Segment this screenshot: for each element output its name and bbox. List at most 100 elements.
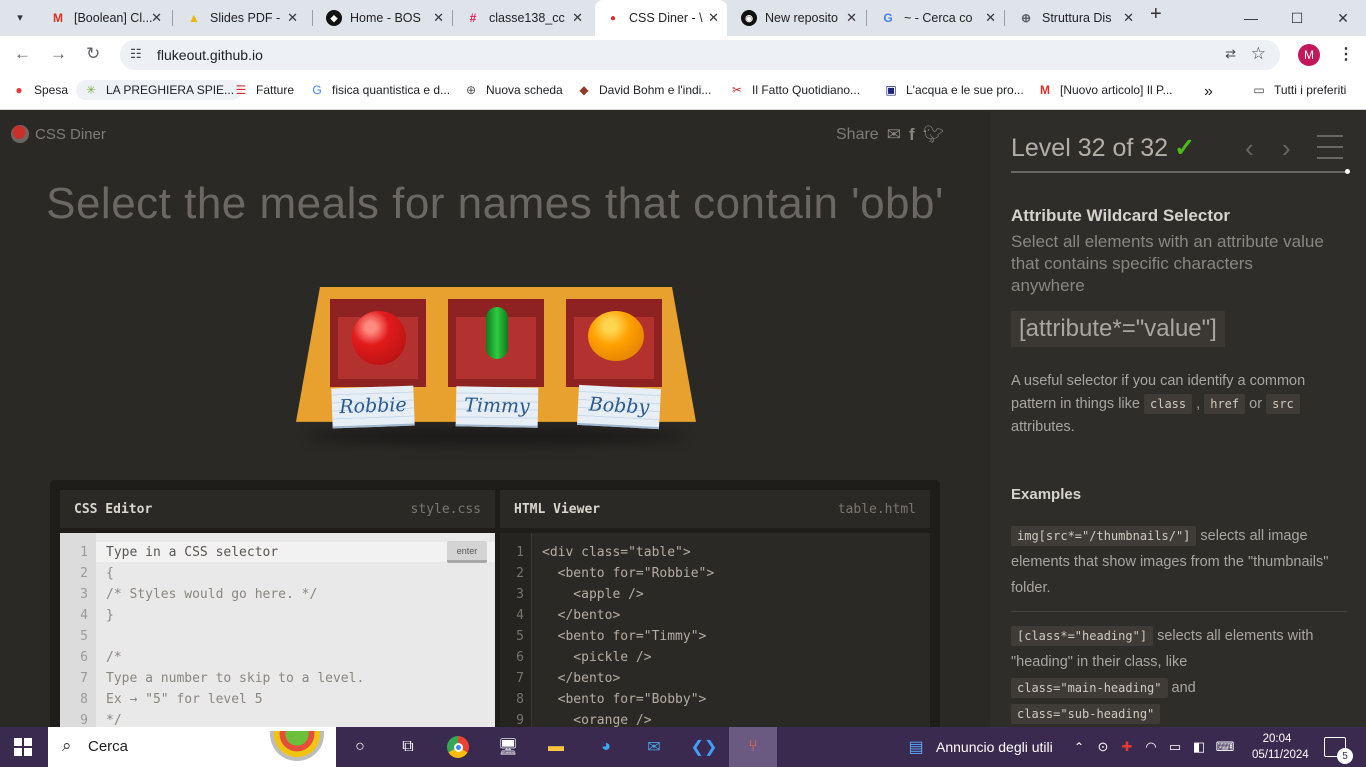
minimize-button[interactable]: — [1228, 0, 1274, 36]
remote-desktop-icon[interactable]: 🖥︎ [496, 735, 520, 759]
bookmark-fatto-quotidiano[interactable]: ✂ Il Fatto Quotidiano... [730, 83, 860, 97]
slack-icon: # [469, 11, 477, 25]
orange[interactable] [588, 311, 644, 361]
mail-icon[interactable]: ✉ [642, 735, 666, 759]
bookmark-fatture[interactable]: ☰ Fatture [234, 83, 294, 97]
enter-button[interactable]: enter [447, 541, 487, 563]
new-tab-button[interactable]: + [1150, 3, 1162, 26]
css-diner-icon: ● [609, 12, 617, 24]
keyboard-icon[interactable]: ⌨ [1213, 735, 1237, 759]
git-app-icon[interactable]: ⑂ [741, 735, 765, 759]
tab-search-button[interactable]: ▾ [6, 4, 34, 30]
html-code-line[interactable]: </bento> [542, 671, 621, 686]
close-icon[interactable]: ✕ [433, 10, 444, 26]
selector-hint: A useful selector if you can identify a … [1011, 373, 1306, 435]
html-code-line[interactable]: <orange /> [542, 713, 651, 727]
task-view-icon[interactable]: ⧉ [396, 735, 420, 759]
clock[interactable]: 20:04 05/11/2024 [1252, 731, 1309, 763]
pickle[interactable] [486, 307, 508, 359]
tab-slack[interactable]: # classe138_cc ✕ [455, 0, 591, 36]
cortana-icon[interactable]: ○ [348, 735, 372, 759]
facebook-icon[interactable]: f [909, 125, 915, 145]
windows-start-icon[interactable] [14, 738, 32, 756]
translate-icon[interactable]: ⇄ [1225, 46, 1236, 62]
close-icon[interactable]: ✕ [708, 10, 719, 26]
css-diner-logo[interactable]: CSS Diner [11, 125, 106, 143]
html-code-line[interactable]: </bento> [542, 608, 621, 623]
bento-bobby[interactable] [566, 299, 662, 387]
bookmark-star-icon[interactable]: ☆ [1251, 44, 1266, 64]
bookmark-fisica[interactable]: Gfisica quantistica e d... [310, 83, 450, 97]
all-bookmarks-folder[interactable]: ▭ Tutti i preferiti [1252, 83, 1346, 97]
battery-icon[interactable]: ▭ [1163, 735, 1187, 759]
show-hidden-icons[interactable]: ⌃ [1067, 735, 1091, 759]
close-icon[interactable]: ✕ [151, 10, 162, 26]
close-icon[interactable]: ✕ [846, 10, 857, 26]
reload-icon[interactable]: ↻ [86, 44, 100, 64]
css-input-placeholder[interactable]: Type in a CSS selector [106, 545, 278, 560]
tab-title: classe138_cc [489, 11, 565, 25]
apple[interactable] [352, 311, 406, 365]
html-code-line[interactable]: <pickle /> [542, 650, 651, 665]
close-icon[interactable]: ✕ [287, 10, 298, 26]
news-icon[interactable]: ▤ [904, 735, 928, 759]
search-placeholder[interactable]: Cerca [88, 738, 128, 755]
taskbar-search[interactable]: ⌕ Cerca [48, 727, 336, 767]
next-level-icon[interactable]: › [1282, 133, 1291, 164]
close-window-button[interactable]: ✕ [1320, 0, 1366, 36]
tab-google[interactable]: G ~ - Cerca co ✕ [870, 0, 1004, 36]
example-code: [class*="heading"] [1011, 626, 1154, 646]
bookmark-acqua[interactable]: ▣ L'acqua e le sue pro... [884, 83, 1023, 97]
close-icon[interactable]: ✕ [1123, 10, 1134, 26]
code-class: class [1144, 394, 1193, 414]
css-editor[interactable]: enter 1 2 3 4 5 6 7 8 9 Type in a CSS se… [60, 533, 495, 727]
profile-avatar[interactable]: M [1298, 44, 1320, 66]
tab-bos[interactable]: ◆ Home - BOS ✕ [316, 0, 452, 36]
html-code-line[interactable]: <bento for="Timmy"> [542, 629, 707, 644]
url-omnibox[interactable]: ☷ flukeout.github.io ⇄ ☆ [120, 40, 1280, 70]
dining-table: Robbie Timmy Bobby [296, 287, 696, 445]
browser-menu-icon[interactable]: ⋮ [1338, 44, 1354, 64]
html-viewer-title: HTML Viewer [514, 502, 601, 517]
tab-github[interactable]: ◉ New reposito ✕ [731, 0, 865, 36]
html-code-line[interactable]: <bento for="Robbie"> [542, 566, 715, 581]
share-label: Share [836, 126, 879, 143]
bookmark-nuova-scheda[interactable]: ⊕ Nuova scheda [464, 83, 563, 97]
back-arrow-icon[interactable]: ← [14, 44, 31, 64]
previous-level-icon[interactable]: ‹ [1245, 133, 1254, 164]
url-text[interactable]: flukeout.github.io [157, 47, 263, 63]
more-bookmarks-button[interactable]: » [1204, 83, 1213, 101]
html-code-line[interactable]: <apple /> [542, 587, 643, 602]
close-icon[interactable]: ✕ [572, 10, 583, 26]
level-menu-icon[interactable] [1317, 135, 1343, 168]
wifi-icon[interactable]: ◠ [1139, 735, 1163, 759]
tab-gmail[interactable]: M [Boolean] Cl... ✕ [40, 0, 170, 36]
antivirus-icon[interactable]: ✚ [1115, 735, 1139, 759]
twitter-icon[interactable]: 🐦︎ [923, 125, 945, 145]
tab-slides[interactable]: ▲ Slides PDF - ✕ [176, 0, 306, 36]
bookmark-bohm[interactable]: ◆ David Bohm e l'indi... [577, 83, 711, 97]
chrome-icon[interactable] [446, 735, 470, 759]
file-explorer-icon[interactable]: ▬ [544, 735, 568, 759]
bento-robbie[interactable] [330, 299, 426, 387]
bento-timmy[interactable] [448, 299, 544, 387]
edge-icon[interactable]: ◕ [594, 735, 618, 759]
site-info-icon[interactable]: ☷ [130, 46, 142, 62]
vscode-icon[interactable]: ❮❯ [691, 735, 718, 759]
maximize-button[interactable]: ☐ [1274, 0, 1320, 36]
bookmark-nuovo-articolo[interactable]: M [Nuovo articolo] Il P... [1038, 83, 1173, 97]
system-tray-icon[interactable]: ⊙ [1091, 735, 1115, 759]
html-code-line[interactable]: <div class="table"> [542, 545, 691, 560]
email-icon[interactable]: ✉ [887, 125, 901, 145]
volume-icon[interactable]: ◧ [1187, 735, 1211, 759]
bookmark-spesa[interactable]: ● Spesa [12, 83, 68, 97]
forward-arrow-icon[interactable]: → [50, 44, 67, 64]
css-code-line: /* Styles would go here. */ [106, 587, 318, 602]
notification-center-icon[interactable]: 5 [1324, 737, 1353, 764]
html-code-line[interactable]: <bento for="Bobby"> [542, 692, 707, 707]
news-widget-text[interactable]: Annuncio degli utili [936, 739, 1053, 755]
tab-struttura[interactable]: ⊕ Struttura Dis ✕ [1008, 0, 1142, 36]
bookmark-preghiera[interactable]: ✳ LA PREGHIERA SPIE... [76, 80, 243, 100]
tab-css-diner[interactable]: ● CSS Diner - \ ✕ [595, 0, 727, 36]
close-icon[interactable]: ✕ [985, 10, 996, 26]
